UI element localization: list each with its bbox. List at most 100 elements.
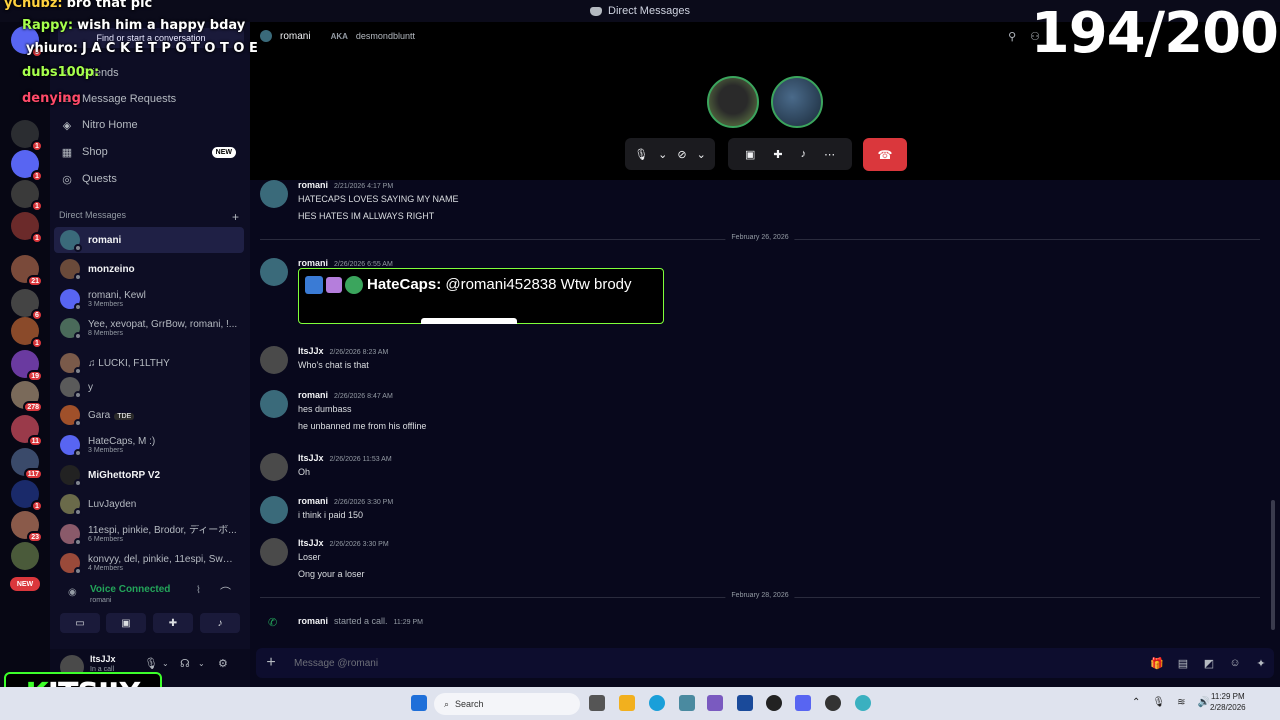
hang-up-button[interactable]: ☎ <box>863 138 907 171</box>
activities-icon[interactable]: ✚ <box>773 148 782 161</box>
pin-icon[interactable]: ⚲ <box>1008 30 1016 43</box>
server-icon[interactable]: 1 <box>11 120 43 152</box>
discord-icon[interactable] <box>795 695 811 711</box>
store-icon[interactable] <box>737 695 753 711</box>
image-embed[interactable]: HateCaps: @romani452838 Wtw brody <box>298 268 664 324</box>
message-content: Loser <box>298 552 321 562</box>
dm-item[interactable]: romani <box>54 227 244 253</box>
avatar[interactable] <box>260 180 288 208</box>
chevron-down-icon[interactable]: ⌄ <box>198 659 205 668</box>
camera-off-icon[interactable]: ⊘ <box>677 148 686 161</box>
wifi-icon[interactable]: ≋ <box>1177 697 1185 708</box>
sticker-icon[interactable]: ◩ <box>1196 657 1222 670</box>
soundboard-icon[interactable]: ♪ <box>801 148 807 160</box>
call-avatar-romani[interactable] <box>771 76 823 128</box>
apps-icon[interactable]: ✦ <box>1248 657 1274 670</box>
volume-icon[interactable]: 🔊 <box>1197 697 1209 708</box>
dm-item[interactable]: Yee, xevopat, GrrBow, romani, !... 8 Memb… <box>54 315 244 341</box>
dm-item[interactable]: monzeino <box>54 256 244 282</box>
chevron-down-icon[interactable]: ⌄ <box>162 659 169 668</box>
chevron-down-icon[interactable]: ⌄ <box>658 148 667 161</box>
nav-nitro-home[interactable]: ◈ Nitro Home <box>56 113 244 137</box>
message-author[interactable]: romani <box>298 390 328 400</box>
message-author[interactable]: romani <box>298 258 328 268</box>
message-author[interactable]: ItsJJx <box>298 453 324 463</box>
app-icon[interactable] <box>766 695 782 711</box>
task-view-icon[interactable] <box>589 695 605 711</box>
message-author[interactable]: ItsJJx <box>298 346 324 356</box>
dm-item[interactable]: MiGhettoRP V2 <box>54 462 244 488</box>
gift-icon[interactable]: 🎁 <box>1144 657 1170 670</box>
server-icon[interactable]: 21 <box>11 255 43 287</box>
microphone-icon[interactable]: 🎙 <box>634 148 648 161</box>
server-icon[interactable]: 1 <box>11 480 43 512</box>
header-name[interactable]: romani <box>280 31 311 42</box>
message-author[interactable]: romani <box>298 496 328 506</box>
chevron-up-icon[interactable]: ⌃ <box>1132 697 1140 708</box>
create-dm-button[interactable]: + <box>232 210 239 224</box>
message-input[interactable] <box>286 657 1144 669</box>
dm-item[interactable]: 11espi, pinkie, Brodor, ディーボ... 6 Members <box>54 521 244 547</box>
dm-item[interactable]: Gara TDE <box>54 402 244 428</box>
nav-label: Shop <box>82 146 108 158</box>
new-server-pill[interactable]: NEW <box>10 577 40 591</box>
microphone-icon[interactable]: 🎙 <box>144 657 158 670</box>
windows-start-icon[interactable] <box>411 695 427 711</box>
app-icon[interactable] <box>855 695 871 711</box>
app-icon[interactable] <box>707 695 723 711</box>
message-author[interactable]: romani <box>298 180 328 190</box>
dm-item[interactable]: HateCaps, M :) 3 Members <box>54 432 244 458</box>
chevron-down-icon[interactable]: ⌄ <box>697 148 706 161</box>
file-explorer-icon[interactable] <box>619 695 635 711</box>
app-icon[interactable] <box>679 695 695 711</box>
server-icon[interactable]: 278 <box>11 381 43 413</box>
dm-item[interactable]: romani, Kewl 3 Members <box>54 286 244 312</box>
avatar[interactable] <box>260 496 288 524</box>
server-icon[interactable]: 6 <box>11 289 43 321</box>
headphones-icon[interactable]: ☊ <box>180 657 190 670</box>
stream-chat-text: J A C K E T P O T O T O E <box>81 41 258 56</box>
edge-icon[interactable] <box>649 695 665 711</box>
camera-button[interactable]: ▭ <box>60 613 100 633</box>
screen-share-icon[interactable]: ▣ <box>745 148 755 161</box>
server-icon[interactable]: 11 <box>11 415 43 447</box>
message-author[interactable]: ItsJJx <box>298 538 324 548</box>
avatar[interactable] <box>260 538 288 566</box>
soundboard-button[interactable]: ♪ <box>200 613 240 633</box>
nav-quests[interactable]: ◎ Quests <box>56 167 244 191</box>
server-icon[interactable]: 1 <box>11 150 43 182</box>
microphone-icon[interactable]: 🎙 <box>1152 697 1165 708</box>
message-author[interactable]: romani <box>298 616 328 626</box>
scrollbar[interactable] <box>1271 500 1275 630</box>
server-icon[interactable]: 1 <box>11 212 43 244</box>
dm-item[interactable]: y <box>54 374 244 400</box>
more-icon[interactable]: ⋯ <box>824 148 835 161</box>
attach-button[interactable]: + <box>256 654 286 672</box>
gif-icon[interactable]: ▤ <box>1170 657 1196 670</box>
dm-item[interactable]: konvyy, del, pinkie, 11espi, Swer... 4 Me… <box>54 550 244 576</box>
avatar[interactable] <box>260 453 288 481</box>
avatar[interactable] <box>260 258 288 286</box>
server-icon[interactable]: 1 <box>11 180 43 212</box>
avatar[interactable] <box>260 346 288 374</box>
noise-suppression-icon[interactable]: ⌇ <box>196 585 201 596</box>
disconnect-icon[interactable]: ⌒ <box>220 584 231 600</box>
server-icon[interactable] <box>11 542 39 570</box>
screen-share-button[interactable]: ▣ <box>106 613 146 633</box>
server-icon[interactable]: 1 <box>11 317 43 349</box>
voice-channel[interactable]: romani <box>90 597 111 604</box>
emoji-icon[interactable]: ☺ <box>1222 657 1248 669</box>
server-icon[interactable]: 117 <box>11 448 43 480</box>
server-icon[interactable]: 19 <box>11 350 43 382</box>
taskbar-clock[interactable]: 11:29 PM 2/28/2026 <box>1210 691 1246 713</box>
dm-item[interactable]: ♫ LUCKI, F1LTHY <box>54 350 244 376</box>
gear-icon[interactable]: ⚙ <box>218 657 228 670</box>
nav-shop[interactable]: ▦ Shop NEW <box>56 140 244 164</box>
activities-button[interactable]: ✚ <box>153 613 193 633</box>
server-icon[interactable]: 23 <box>11 511 43 543</box>
avatar[interactable] <box>260 390 288 418</box>
taskbar-search[interactable]: ⌕ Search <box>434 693 580 715</box>
dm-item[interactable]: LuvJayden <box>54 491 244 517</box>
call-avatar-itsjjx[interactable] <box>707 76 759 128</box>
obs-icon[interactable] <box>825 695 841 711</box>
